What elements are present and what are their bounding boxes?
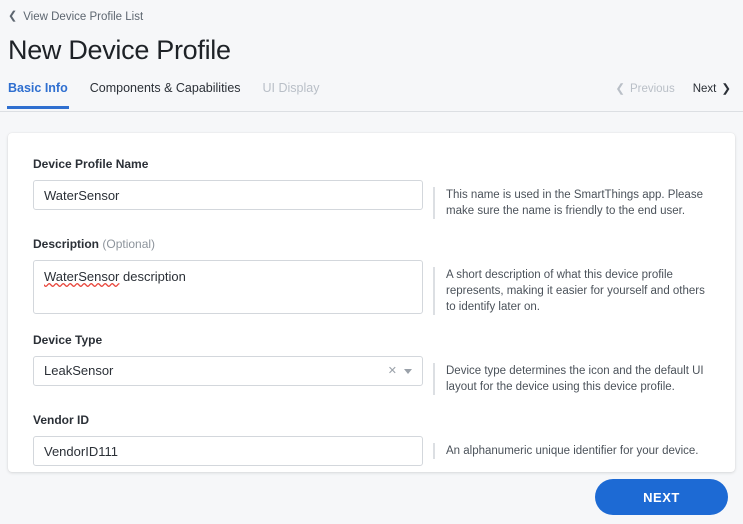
description-textarea[interactable]: WaterSensor description [33, 260, 423, 314]
tab-basic-info[interactable]: Basic Info [7, 80, 69, 109]
basic-info-form: Device Profile Name This name is used in… [8, 133, 735, 466]
basic-info-card: Device Profile Name This name is used in… [8, 133, 735, 472]
tab-list: Basic Info Components & Capabilities UI … [7, 80, 320, 112]
page-header: ❮ View Device Profile List New Device Pr… [0, 0, 743, 67]
vendor-id-input[interactable] [33, 436, 423, 466]
field-description-optional-tag: (Optional) [102, 237, 156, 251]
chevron-down-icon[interactable] [404, 368, 412, 374]
field-description-label: Description (Optional) [33, 236, 425, 252]
field-vendor-id: Vendor ID An alphanumeric unique identif… [8, 412, 735, 466]
device-profile-name-hint: This name is used in the SmartThings app… [433, 187, 715, 219]
page-footer: NEXT [0, 472, 743, 524]
field-device-type: Device Type LeakSensor ✕ Device type det… [8, 332, 735, 395]
next-step-label: Next [692, 82, 717, 95]
tab-components-capabilities[interactable]: Components & Capabilities [90, 80, 241, 109]
chevron-left-icon: ❮ [615, 82, 625, 95]
device-type-selected-value: LeakSensor [44, 363, 114, 378]
chevron-left-icon: ❮ [8, 9, 18, 22]
tab-bar: Basic Info Components & Capabilities UI … [0, 80, 743, 112]
step-pager: ❮ Previous Next ❯ [615, 81, 731, 97]
tab-ui-display: UI Display [263, 80, 320, 109]
description-rest-text: description [119, 269, 186, 284]
chevron-right-icon: ❯ [721, 82, 731, 95]
close-icon[interactable]: ✕ [388, 365, 404, 377]
tab-ui-display-label: UI Display [262, 80, 320, 95]
field-description-left: Description (Optional) WaterSensor descr… [8, 236, 425, 314]
new-device-profile-page: ❮ View Device Profile List New Device Pr… [0, 0, 743, 524]
previous-step-button: ❮ Previous [615, 81, 674, 97]
field-device-type-label: Device Type [33, 333, 103, 347]
tab-components-capabilities-label: Components & Capabilities [89, 80, 241, 95]
breadcrumb-view-device-profile-list[interactable]: ❮ View Device Profile List [8, 9, 143, 25]
next-button[interactable]: NEXT [595, 479, 728, 515]
tab-divider [0, 110, 743, 112]
field-vendor-id-left: Vendor ID [8, 412, 425, 466]
tab-basic-info-label: Basic Info [8, 80, 68, 95]
description-misspelled-word: WaterSensor [44, 269, 120, 284]
breadcrumb-label: View Device Profile List [23, 10, 144, 23]
field-description-label-text: Description [33, 237, 100, 251]
next-step-button[interactable]: Next ❯ [693, 81, 731, 97]
description-hint: A short description of what this device … [433, 267, 715, 315]
previous-step-label: Previous [629, 82, 675, 95]
field-vendor-id-label: Vendor ID [33, 413, 90, 427]
field-device-profile-name-left: Device Profile Name [8, 156, 425, 210]
field-description: Description (Optional) WaterSensor descr… [8, 236, 735, 315]
vendor-id-hint: An alphanumeric unique identifier for yo… [433, 443, 699, 459]
field-device-type-left: Device Type LeakSensor ✕ [8, 332, 425, 386]
field-device-profile-name-label: Device Profile Name [33, 157, 149, 171]
device-type-select[interactable]: LeakSensor ✕ [33, 356, 423, 386]
device-type-hint: Device type determines the icon and the … [433, 363, 715, 395]
device-profile-name-input[interactable] [33, 180, 423, 210]
field-device-profile-name: Device Profile Name This name is used in… [8, 156, 735, 219]
page-title: New Device Profile [8, 34, 231, 65]
